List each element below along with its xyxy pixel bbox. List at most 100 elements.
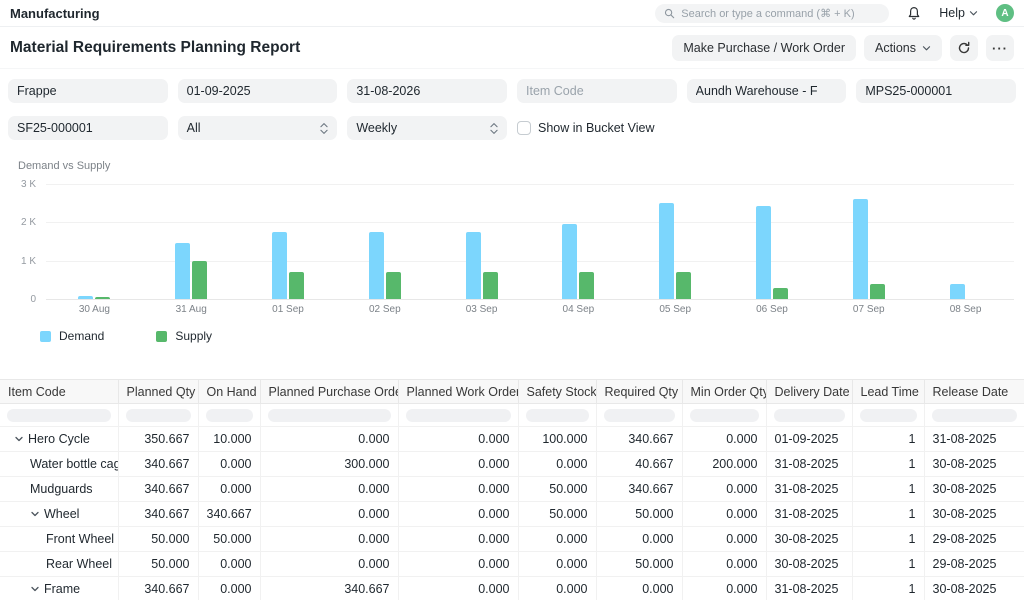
column-header[interactable]: On Hand	[198, 380, 260, 404]
y-axis-tick-label: 2 K	[10, 217, 36, 228]
avatar[interactable]: A	[996, 4, 1014, 22]
column-filter-input[interactable]	[206, 409, 253, 422]
chevron-down-icon[interactable]	[14, 434, 24, 444]
column-filter-input[interactable]	[406, 409, 511, 422]
search-placeholder: Search or type a command (⌘ + K)	[681, 7, 854, 20]
column-filter-input[interactable]	[126, 409, 191, 422]
filter-row-2: All Weekly Show in Bucket View	[8, 116, 1016, 140]
checkbox-icon[interactable]	[517, 121, 531, 135]
table-row[interactable]: Water bottle cage340.6670.000300.0000.00…	[0, 452, 1024, 477]
table-row[interactable]: Frame340.6670.000340.6670.0000.0000.0000…	[0, 577, 1024, 600]
table-cell: 340.667	[118, 477, 198, 502]
supply-bar	[289, 272, 304, 299]
chart-section: Demand vs Supply 3 K2 K1 K0 30 Aug31 Aug…	[0, 160, 1024, 343]
page-head: Material Requirements Planning Report Ma…	[0, 27, 1024, 69]
actions-button-label: Actions	[875, 41, 916, 55]
filter-item-code-input[interactable]	[517, 79, 677, 103]
chevron-down-icon[interactable]	[30, 509, 40, 519]
table-body: Hero Cycle350.66710.0000.0000.000100.000…	[0, 427, 1024, 600]
table-cell: 0.000	[682, 477, 766, 502]
table-cell-item: Wheel	[0, 502, 118, 527]
table-row[interactable]: Front Wheel50.00050.0000.0000.0000.0000.…	[0, 527, 1024, 552]
x-axis-tick-label: 30 Aug	[79, 304, 110, 315]
table-cell: 0.000	[398, 427, 518, 452]
table-cell-item: Rear Wheel	[0, 552, 118, 577]
filter-warehouse-input[interactable]	[687, 79, 847, 103]
table-row[interactable]: Rear Wheel50.0000.0000.0000.0000.00050.0…	[0, 552, 1024, 577]
column-header[interactable]: Safety Stock	[518, 380, 596, 404]
table-cell: 340.667	[596, 427, 682, 452]
column-filter-input[interactable]	[268, 409, 391, 422]
filter-from-date-input[interactable]	[178, 79, 338, 103]
type-select[interactable]: All	[178, 116, 338, 140]
bucket-view-checkbox[interactable]: Show in Bucket View	[517, 121, 677, 135]
menu-button[interactable]: ···	[986, 35, 1014, 61]
refresh-button[interactable]	[950, 35, 978, 61]
page-title: Material Requirements Planning Report	[10, 39, 300, 57]
period-select-value: Weekly	[356, 121, 397, 135]
table-cell: 0.000	[596, 527, 682, 552]
table-cell: 31-08-2025	[766, 452, 852, 477]
select-chevrons-icon	[490, 122, 498, 135]
table-cell: 30-08-2025	[924, 502, 1024, 527]
column-filter-input[interactable]	[860, 409, 917, 422]
chevron-down-icon[interactable]	[30, 584, 40, 594]
table-cell: 30-08-2025	[924, 452, 1024, 477]
chart-bar-group: 06 Sep	[724, 184, 821, 315]
help-menu[interactable]: Help	[939, 6, 978, 20]
table-cell: 0.000	[398, 452, 518, 477]
table-row[interactable]: Hero Cycle350.66710.0000.0000.000100.000…	[0, 427, 1024, 452]
column-header[interactable]: Release Date	[924, 380, 1024, 404]
supply-bar	[676, 272, 691, 299]
table-row[interactable]: Mudguards340.6670.0000.0000.00050.000340…	[0, 477, 1024, 502]
column-header[interactable]: Planned Work Order	[398, 380, 518, 404]
filter-row-1	[8, 79, 1016, 103]
column-filter-input[interactable]	[774, 409, 845, 422]
make-purchase-work-order-button[interactable]: Make Purchase / Work Order	[672, 35, 856, 61]
sales-forecast-input[interactable]	[8, 116, 168, 140]
column-filter-input[interactable]	[690, 409, 759, 422]
column-filter-input[interactable]	[7, 409, 111, 422]
x-axis-tick-label: 08 Sep	[950, 304, 982, 315]
demand-bar	[853, 199, 868, 299]
table-cell: 31-08-2025	[766, 477, 852, 502]
table-cell: 0.000	[596, 577, 682, 600]
table-cell: 0.000	[198, 452, 260, 477]
column-header[interactable]: Item Code	[0, 380, 118, 404]
column-header[interactable]: Planned Purchase Order	[260, 380, 398, 404]
table-cell: 0.000	[682, 502, 766, 527]
chart-area: 3 K2 K1 K0 30 Aug31 Aug01 Sep02 Sep03 Se…	[10, 184, 1014, 317]
period-select[interactable]: Weekly	[347, 116, 507, 140]
table-cell: 0.000	[398, 552, 518, 577]
column-header[interactable]: Min Order Qty	[682, 380, 766, 404]
column-filter-input[interactable]	[604, 409, 675, 422]
column-filter-input[interactable]	[526, 409, 589, 422]
table-cell: 0.000	[260, 527, 398, 552]
y-axis-tick-label: 3 K	[10, 179, 36, 190]
column-filter-input[interactable]	[932, 409, 1018, 422]
filter-to-date-input[interactable]	[347, 79, 507, 103]
table-cell: 0.000	[518, 552, 596, 577]
item-code-label: Frame	[44, 582, 80, 596]
chart-bar-group: 31 Aug	[143, 184, 240, 315]
table-cell: 0.000	[518, 452, 596, 477]
table-cell: 01-09-2025	[766, 427, 852, 452]
filter-mps-input[interactable]	[856, 79, 1016, 103]
column-header[interactable]: Delivery Date	[766, 380, 852, 404]
column-header[interactable]: Required Qty	[596, 380, 682, 404]
demand-bar	[369, 232, 384, 299]
column-header[interactable]: Lead Time	[852, 380, 924, 404]
table-cell: 31-08-2025	[766, 502, 852, 527]
x-axis-tick-label: 01 Sep	[272, 304, 304, 315]
table-row[interactable]: Wheel340.667340.6670.0000.00050.00050.00…	[0, 502, 1024, 527]
notifications-bell-icon[interactable]	[907, 6, 921, 21]
table-cell: 1	[852, 552, 924, 577]
actions-button[interactable]: Actions	[864, 35, 942, 61]
filter-company-input[interactable]	[8, 79, 168, 103]
global-search-input[interactable]: Search or type a command (⌘ + K)	[655, 4, 889, 23]
demand-bar	[562, 224, 577, 299]
column-header[interactable]: Planned Qty	[118, 380, 198, 404]
chevron-down-icon	[969, 10, 978, 17]
chevron-down-icon	[922, 45, 931, 52]
item-code-label: Wheel	[44, 507, 79, 521]
